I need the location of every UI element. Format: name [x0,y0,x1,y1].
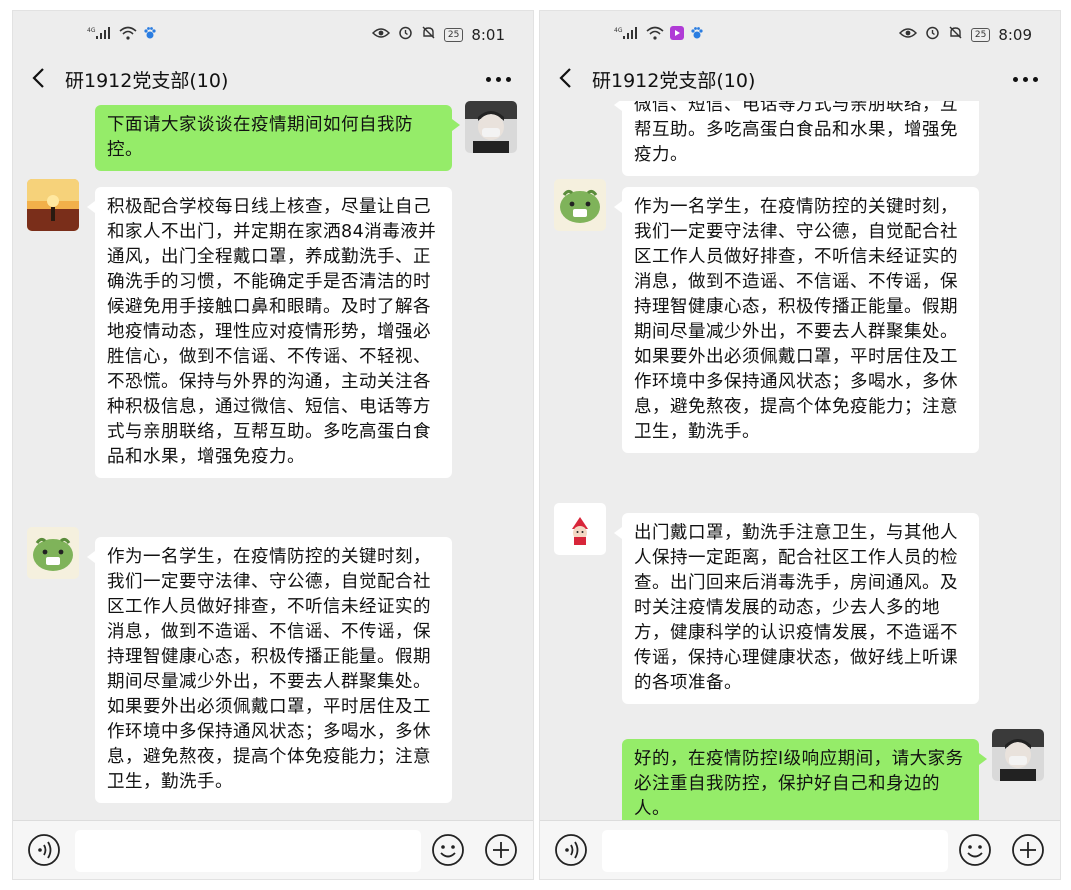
phone-screen-left: 4G 25 8:01 研1912党支部(10) 下面请大家谈谈在疫情期间如何自我… [12,10,534,880]
mute-icon [948,25,963,44]
received-message-bubble[interactable]: 作为一名学生，在疫情防控的关键时刻，我们一定要守法律、守公德，自觉配合社区工作人… [87,537,452,803]
status-bar: 4G 25 8:01 [13,11,533,57]
back-arrow-icon[interactable] [31,65,47,95]
plus-icon[interactable] [1011,833,1045,871]
input-bar [540,820,1060,879]
more-icon[interactable] [486,77,511,82]
signal-icon: 4G [614,25,640,44]
received-message-bubble[interactable]: 作为一名学生，在疫情防控的关键时刻，我们一定要守法律、守公德，自觉配合社区工作人… [614,187,979,453]
avatar[interactable] [27,527,79,579]
signal-icon: 4G [87,25,113,44]
avatar[interactable] [554,179,606,231]
status-bar: 4G 25 8:09 [540,11,1060,57]
message-list[interactable]: 微信、短信、电话等方式与亲朋联络，互帮互助。多吃高蛋白食品和水果，增强免疫力。 … [540,101,1060,821]
message-input[interactable] [602,830,948,872]
app-notification-icon [670,25,684,44]
sent-message-bubble[interactable]: 好的，在疫情防控I级响应期间，请大家务必注重自我防控，保护好自己和身边的人。 [622,739,987,821]
more-icon[interactable] [1013,77,1038,82]
received-message-bubble[interactable]: 微信、短信、电话等方式与亲朋联络，互帮互助。多吃高蛋白食品和水果，增强免疫力。 [614,101,979,176]
avatar[interactable] [992,729,1044,781]
mute-icon [421,25,436,44]
battery-indicator: 25 [970,27,991,42]
message-input[interactable] [75,830,421,872]
voice-icon[interactable] [27,833,61,871]
received-message-bubble[interactable]: 出门戴口罩，勤洗手注意卫生，与其他人人保持一定距离，配合社区工作人员的检查。出门… [614,513,979,704]
emoji-icon[interactable] [431,833,465,871]
paw-icon [690,25,704,44]
alarm-icon [925,25,940,44]
alarm-icon [398,25,413,44]
message-list[interactable]: 下面请大家谈谈在疫情期间如何自我防控。 积极配合学校每日线上核查，尽量让自己和家… [13,101,533,821]
svg-text:4G: 4G [87,27,96,34]
emoji-icon[interactable] [958,833,992,871]
wifi-icon [119,25,137,44]
chat-title: 研1912党支部(10) [592,70,756,92]
avatar[interactable] [27,179,79,231]
battery-indicator: 25 [443,27,464,42]
status-time: 8:09 [998,25,1032,44]
chat-title: 研1912党支部(10) [65,70,229,92]
voice-icon[interactable] [554,833,588,871]
paw-icon [143,25,157,44]
eye-icon [898,27,917,43]
chat-header: 研1912党支部(10) [13,57,533,101]
back-arrow-icon[interactable] [558,65,574,95]
avatar[interactable] [554,503,606,555]
received-message-bubble[interactable]: 积极配合学校每日线上核查，尽量让自己和家人不出门，并定期在家洒84消毒液并通风，… [87,187,452,478]
svg-text:4G: 4G [614,27,623,34]
sent-message-bubble[interactable]: 下面请大家谈谈在疫情期间如何自我防控。 [95,105,460,171]
plus-icon[interactable] [484,833,518,871]
phone-screen-right: 4G 25 8:09 研1912党支部(10) 微信、短信、电话等方式与亲朋联络… [539,10,1061,880]
input-bar [13,820,533,879]
chat-header: 研1912党支部(10) [540,57,1060,101]
wifi-icon [646,25,664,44]
status-time: 8:01 [471,25,505,44]
eye-icon [371,27,390,43]
avatar[interactable] [465,101,517,153]
